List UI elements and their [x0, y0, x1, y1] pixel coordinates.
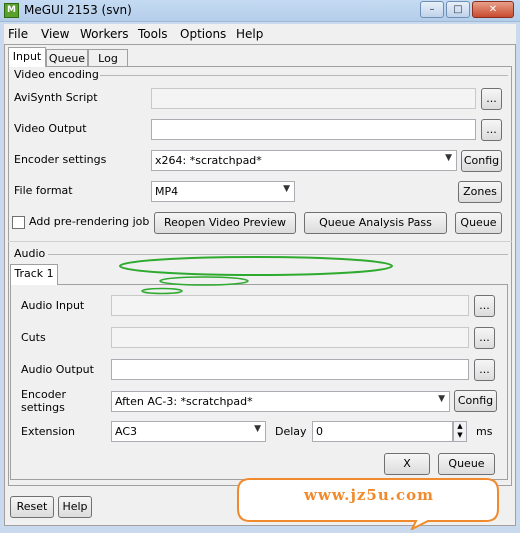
audio-input-label: Audio Input — [21, 299, 85, 312]
video-output-label: Video Output — [14, 122, 87, 135]
extension-label: Extension — [21, 425, 76, 438]
audio-input-browse-button[interactable]: ... — [474, 295, 495, 317]
watermark-callout: www.jz5u.com — [236, 476, 502, 532]
tab-input[interactable]: Input — [8, 47, 46, 67]
audio-section-title: Audio — [14, 247, 46, 260]
audio-encoder-label-line2: settings — [21, 401, 65, 414]
delay-label: Delay — [275, 425, 307, 438]
audio-queue-button[interactable]: Queue — [438, 453, 495, 475]
file-format-select[interactable]: MP4 ▼ — [151, 181, 295, 202]
close-button[interactable]: ✕ — [472, 1, 514, 18]
watermark-text: www.jz5u.com — [304, 486, 434, 504]
green-ellipse-graphic — [119, 256, 393, 295]
avisynth-label: AviSynth Script — [14, 91, 98, 104]
video-output-input[interactable] — [151, 119, 476, 140]
audio-output-browse-button[interactable]: ... — [474, 359, 495, 381]
prerender-checkbox[interactable] — [12, 216, 25, 229]
audio-remove-button[interactable]: X — [384, 453, 430, 475]
audio-encoder-value: Aften AC-3: *scratchpad* — [115, 395, 253, 408]
chevron-down-icon: ▼ — [283, 184, 290, 194]
video-encoder-value: x264: *scratchpad* — [155, 154, 262, 167]
menu-view[interactable]: View — [41, 27, 69, 41]
file-format-label: File format — [14, 184, 73, 197]
menu-workers[interactable]: Workers — [80, 27, 129, 41]
audio-encoder-label-line1: Encoder — [21, 388, 66, 401]
chevron-down-icon: ▼ — [254, 424, 261, 434]
chevron-down-icon: ▼ — [445, 153, 452, 163]
delay-unit-label: ms — [476, 425, 493, 438]
avisynth-input[interactable] — [151, 88, 476, 109]
extension-select[interactable]: AC3 ▼ — [111, 421, 266, 442]
delay-field[interactable]: 0 — [312, 421, 453, 442]
splitter[interactable] — [8, 241, 512, 242]
menu-file[interactable]: File — [8, 27, 28, 41]
menu-tools[interactable]: Tools — [138, 27, 168, 41]
help-button[interactable]: Help — [58, 496, 92, 518]
encoder-settings-label: Encoder settings — [14, 153, 107, 166]
video-section-title: Video encoding — [14, 68, 99, 81]
video-output-browse-button[interactable]: ... — [481, 119, 502, 141]
audio-output-field[interactable] — [111, 359, 469, 380]
maximize-button[interactable]: □ — [446, 1, 470, 18]
extension-value: AC3 — [115, 425, 138, 438]
cuts-field[interactable] — [111, 327, 469, 348]
window-title: MeGUI 2153 (svn) — [24, 3, 132, 17]
chevron-down-icon: ▼ — [438, 394, 445, 404]
menu-help[interactable]: Help — [236, 27, 263, 41]
zones-button[interactable]: Zones — [458, 181, 502, 203]
delay-spinner[interactable]: ▲ ▼ — [453, 421, 467, 442]
video-config-button[interactable]: Config — [461, 150, 502, 172]
menu-options[interactable]: Options — [180, 27, 226, 41]
reset-button[interactable]: Reset — [10, 496, 54, 518]
green-ellipse-annotation — [118, 255, 396, 297]
avisynth-browse-button[interactable]: ... — [481, 88, 502, 110]
tab-track-1[interactable]: Track 1 — [10, 264, 58, 285]
audio-output-label: Audio Output — [21, 363, 94, 376]
video-queue-button[interactable]: Queue — [455, 212, 502, 234]
minimize-button[interactable]: – — [420, 1, 444, 18]
video-encoder-select[interactable]: x264: *scratchpad* ▼ — [151, 150, 457, 171]
audio-encoder-settings-label: Encoder settings — [21, 388, 66, 414]
file-format-value: MP4 — [155, 185, 179, 198]
queue-analysis-button[interactable]: Queue Analysis Pass — [304, 212, 447, 234]
cuts-label: Cuts — [21, 331, 46, 344]
video-section-divider — [100, 75, 508, 76]
reopen-preview-button[interactable]: Reopen Video Preview — [154, 212, 296, 234]
audio-encoder-select[interactable]: Aften AC-3: *scratchpad* ▼ — [111, 391, 450, 412]
audio-config-button[interactable]: Config — [454, 390, 497, 412]
audio-input-field[interactable] — [111, 295, 469, 316]
cuts-browse-button[interactable]: ... — [474, 327, 495, 349]
app-icon: M — [4, 3, 19, 18]
prerender-label: Add pre-rendering job — [29, 215, 150, 228]
